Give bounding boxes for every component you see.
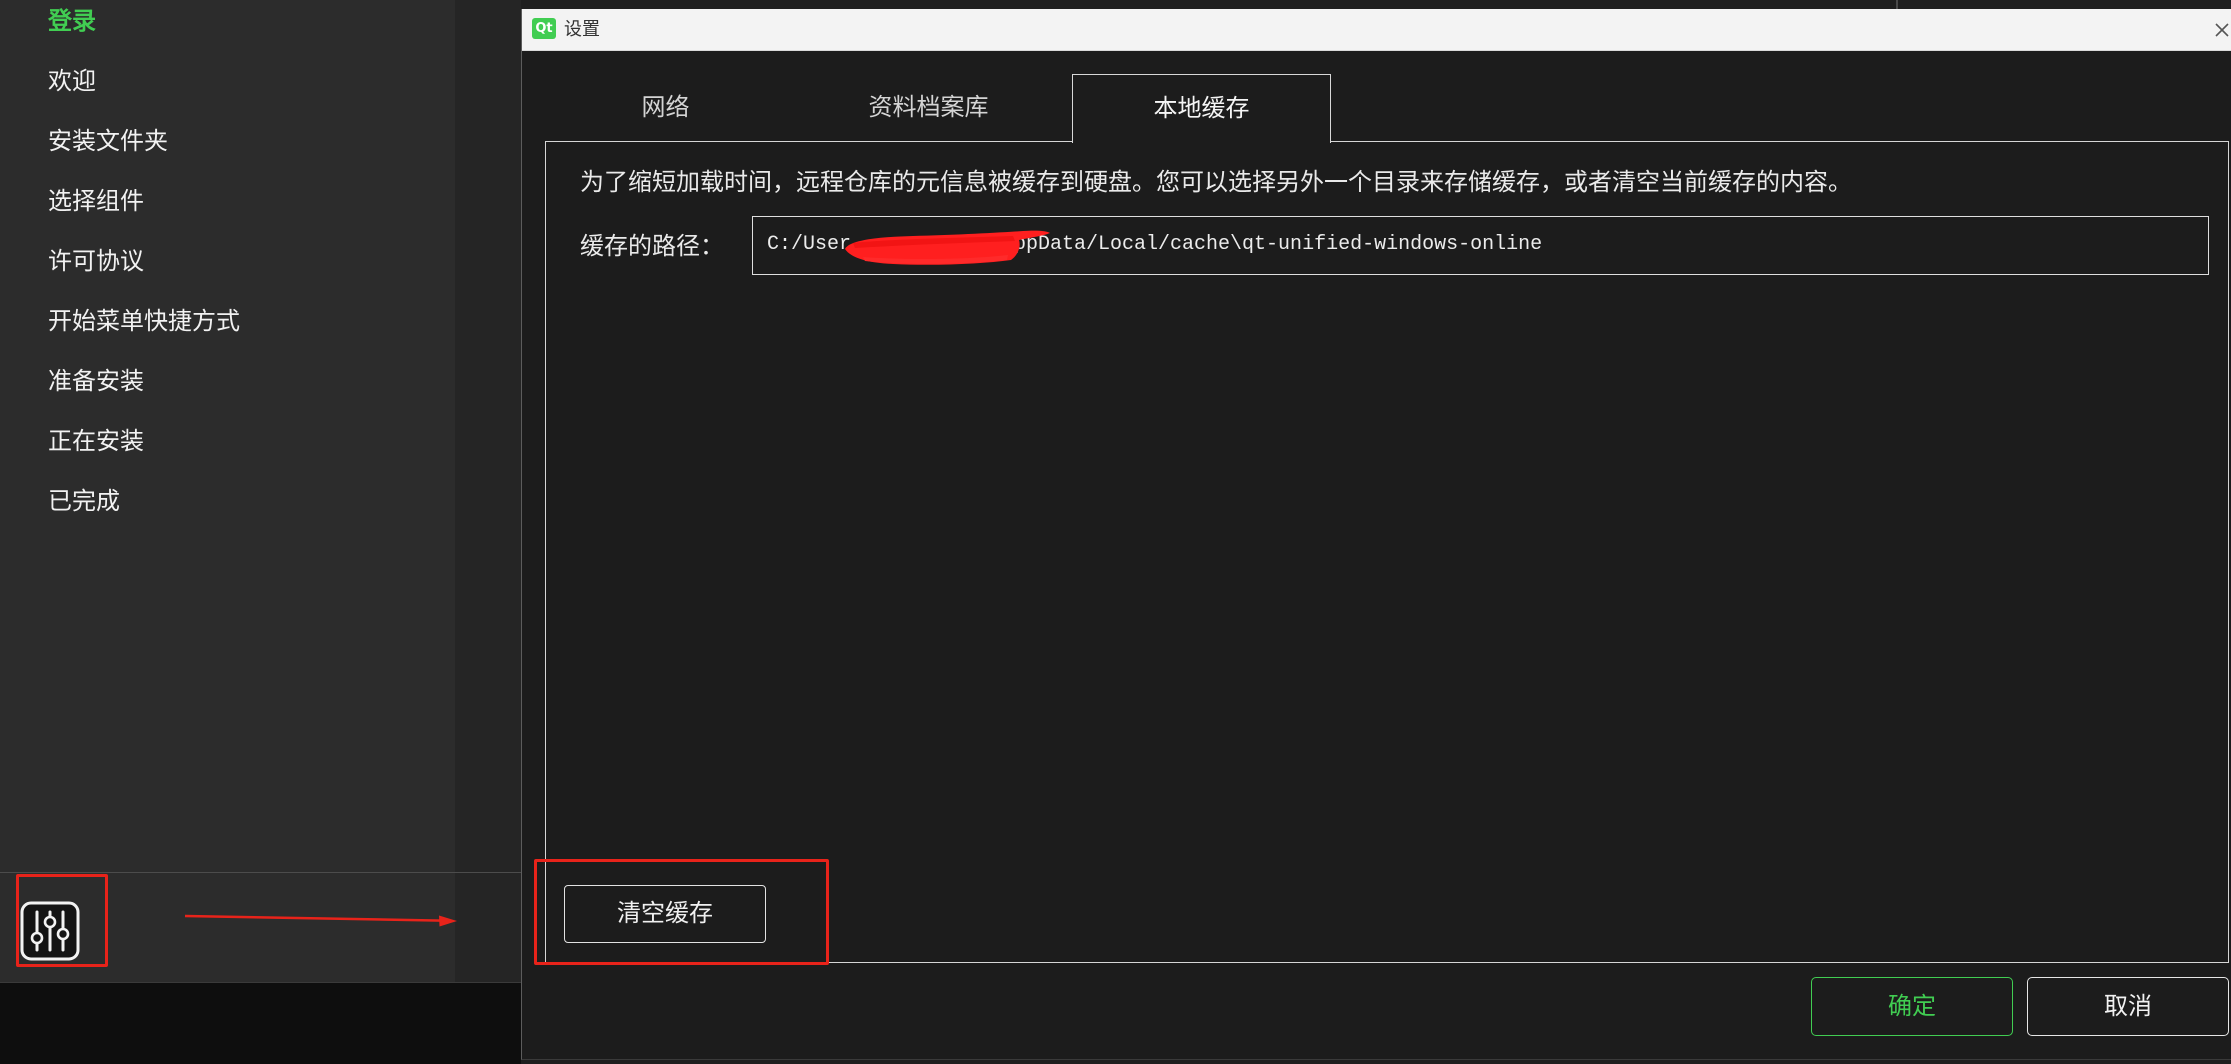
- sidebar-divider: [0, 872, 521, 873]
- cancel-button[interactable]: 取消: [2027, 977, 2229, 1036]
- tab-local-cache[interactable]: 本地缓存: [1072, 74, 1331, 143]
- cache-description: 为了缩短加载时间，远程仓库的元信息被缓存到硬盘。您可以选择另外一个目录来存储缓存…: [580, 168, 1852, 196]
- cache-path-label: 缓存的路径：: [580, 232, 724, 260]
- sidebar-item-install-folder: 安装文件夹: [48, 127, 168, 155]
- sidebar-item-ready-to-install: 准备安装: [48, 367, 144, 395]
- qt-logo: Qt: [532, 18, 556, 39]
- installer-content-edge: [455, 0, 521, 982]
- close-icon[interactable]: [2214, 19, 2230, 41]
- installer-sidebar: 登录 欢迎 安装文件夹 选择组件 许可协议 开始菜单快捷方式 准备安装 正在安装…: [0, 0, 455, 982]
- background-window-edge: [1896, 0, 1898, 9]
- sidebar-item-finished: 已完成: [48, 487, 120, 515]
- lower-background: [0, 982, 521, 1064]
- cache-path-value-end: ppData/Local/cache\qt-unified-windows-on…: [1014, 233, 1543, 256]
- tab-network[interactable]: 网络: [536, 74, 795, 141]
- installer-steps-list: 登录 欢迎 安装文件夹 选择组件 许可协议 开始菜单快捷方式 准备安装 正在安装…: [48, 4, 240, 544]
- cache-path-value-start: C:/User: [767, 233, 852, 256]
- settings-button[interactable]: [20, 901, 80, 961]
- redaction-scribble: [845, 230, 1050, 265]
- settings-dialog: Qt 设置 网络 资料档案库 本地缓存 为了缩短加载时间，远程仓库的元信息被缓存…: [521, 9, 2231, 1060]
- sidebar-item-login: 登录: [48, 7, 96, 35]
- sidebar-item-welcome: 欢迎: [48, 67, 96, 95]
- cache-path-input[interactable]: C:/User ppData/Local/cache\qt-unified-win…: [752, 216, 2209, 275]
- sidebar-item-start-menu-shortcuts: 开始菜单快捷方式: [48, 307, 240, 335]
- tab-repositories[interactable]: 资料档案库: [799, 74, 1058, 141]
- sidebar-item-license: 许可协议: [48, 247, 144, 275]
- arrow-right-icon: [184, 914, 457, 927]
- local-cache-panel: 为了缩短加载时间，远程仓库的元信息被缓存到硬盘。您可以选择另外一个目录来存储缓存…: [545, 141, 2229, 963]
- clear-cache-button[interactable]: 清空缓存: [564, 885, 766, 943]
- dialog-title: 设置: [564, 19, 600, 40]
- ok-button[interactable]: 确定: [1811, 977, 2013, 1036]
- sliders-icon: [20, 901, 80, 961]
- dialog-titlebar[interactable]: Qt 设置: [522, 9, 2231, 51]
- sidebar-item-select-components: 选择组件: [48, 187, 144, 215]
- sidebar-item-installing: 正在安装: [48, 427, 144, 455]
